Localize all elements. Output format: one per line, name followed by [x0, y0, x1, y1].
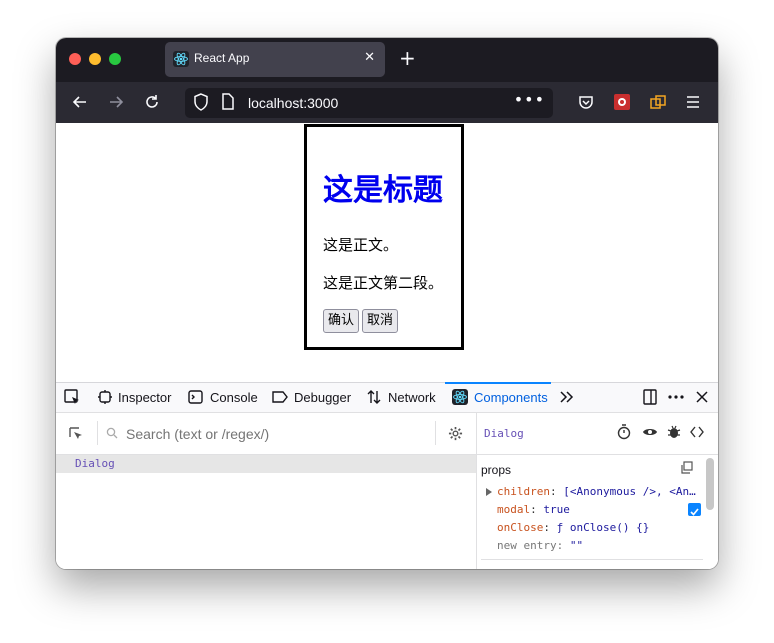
- prop-row-onclose[interactable]: onClose: ƒ onClose() {}: [497, 521, 649, 534]
- prop-key: onClose: [497, 521, 544, 534]
- extension-button[interactable]: [610, 90, 634, 114]
- separator: [435, 421, 436, 445]
- tab-close-icon[interactable]: ✕: [364, 50, 375, 65]
- pocket-icon: [579, 96, 593, 109]
- containers-icon: [650, 95, 666, 109]
- props-scrollbar[interactable]: [706, 458, 714, 510]
- prop-row-modal[interactable]: modal: true: [497, 503, 570, 516]
- component-search-input[interactable]: [124, 425, 428, 443]
- extension-icon: [614, 94, 630, 110]
- minimize-window-button[interactable]: [89, 53, 101, 65]
- url-bar[interactable]: localhost:3000 •••: [185, 88, 553, 118]
- selected-component-name: Dialog: [484, 427, 524, 440]
- separator: [97, 421, 98, 445]
- divider: [481, 559, 703, 560]
- dialog-heading: 这是标题: [323, 173, 443, 208]
- shield-icon[interactable]: [193, 93, 209, 111]
- react-icon: [173, 51, 189, 67]
- tree-row-dialog[interactable]: Dialog: [56, 455, 476, 473]
- inspector-icon: [98, 390, 112, 404]
- copy-icon[interactable]: [680, 461, 693, 474]
- prop-value: [<Anonymous />, <An…: [563, 485, 696, 498]
- hamburger-menu-icon: [687, 96, 699, 108]
- tab-react-app[interactable]: React App ✕: [165, 42, 385, 77]
- new-entry-label: new entry:: [497, 539, 564, 552]
- tab-strip: React App ✕ +: [56, 38, 718, 82]
- component-tree-pane: Dialog: [56, 413, 477, 569]
- confirm-button[interactable]: 确认: [323, 309, 360, 333]
- tab-components[interactable]: Components: [474, 390, 548, 405]
- new-entry-value[interactable]: "": [570, 539, 583, 552]
- devtools-toolbar: Inspector Console Debugger Network Compo…: [56, 382, 718, 413]
- tab-network[interactable]: Network: [388, 390, 436, 405]
- dialog: 这是标题 这是正文。 这是正文第二段。 确认 取消: [304, 124, 464, 350]
- tab-inspector[interactable]: Inspector: [118, 390, 171, 405]
- page-icon[interactable]: [221, 93, 235, 111]
- page-viewport: 这是标题 这是正文。 这是正文第二段。 确认 取消: [56, 123, 718, 382]
- props-section-title: props: [481, 463, 512, 477]
- view-source-icon[interactable]: [690, 426, 704, 438]
- bug-icon[interactable]: [667, 424, 681, 440]
- expand-triangle-icon[interactable]: [486, 488, 492, 496]
- prop-value[interactable]: true: [543, 503, 570, 516]
- prop-key: children: [497, 485, 550, 498]
- back-arrow-icon: [72, 96, 86, 108]
- tab-debugger[interactable]: Debugger: [294, 390, 351, 405]
- dock-side-icon[interactable]: [643, 389, 657, 405]
- stopwatch-icon[interactable]: [617, 424, 631, 440]
- maximize-window-button[interactable]: [109, 53, 121, 65]
- more-options-icon[interactable]: [668, 395, 684, 399]
- settings-gear-icon[interactable]: [448, 426, 463, 441]
- select-element-icon[interactable]: [68, 426, 84, 442]
- menu-button[interactable]: [681, 90, 705, 114]
- network-icon: [367, 390, 381, 404]
- containers-button[interactable]: [646, 90, 670, 114]
- pocket-button[interactable]: [574, 90, 598, 114]
- nav-bar: localhost:3000 •••: [56, 82, 718, 123]
- reload-button[interactable]: [140, 90, 164, 114]
- props-pane: Dialog props children: [<Anonymous />, <…: [477, 413, 718, 569]
- dialog-paragraph-2: 这是正文第二段。: [323, 274, 444, 292]
- console-icon: [188, 390, 203, 404]
- tab-console[interactable]: Console: [210, 390, 258, 405]
- eye-icon[interactable]: [642, 426, 658, 438]
- search-row: [56, 413, 476, 455]
- close-window-button[interactable]: [69, 53, 81, 65]
- modal-checkbox[interactable]: [688, 503, 701, 516]
- selected-component-header: Dialog: [477, 413, 718, 455]
- react-components-icon: [452, 389, 468, 405]
- new-entry-row[interactable]: new entry: "": [497, 539, 583, 552]
- prop-row-children[interactable]: children: [<Anonymous />, <An…: [486, 485, 696, 498]
- cancel-button[interactable]: 取消: [362, 309, 399, 333]
- reload-icon: [146, 95, 158, 108]
- active-tab-indicator: [445, 382, 551, 384]
- search-icon: [106, 427, 118, 439]
- back-button[interactable]: [68, 90, 92, 114]
- tree-node-label[interactable]: Dialog: [75, 457, 115, 470]
- tab-title: React App: [194, 51, 250, 65]
- devtools-panel: Inspector Console Debugger Network Compo…: [56, 382, 718, 569]
- chevrons-right-icon[interactable]: [560, 391, 574, 403]
- browser-window: React App ✕ + localhost:3000 ••• 这是标题 这是…: [56, 38, 718, 569]
- url-text[interactable]: localhost:3000: [248, 95, 338, 111]
- prop-value: ƒ onClose() {}: [556, 521, 650, 534]
- debugger-icon: [272, 391, 288, 403]
- close-devtools-icon[interactable]: [696, 391, 708, 403]
- new-tab-button[interactable]: +: [399, 47, 416, 69]
- page-actions-icon[interactable]: •••: [514, 90, 545, 109]
- forward-arrow-icon: [110, 96, 124, 108]
- dialog-paragraph-1: 这是正文。: [323, 236, 399, 254]
- forward-button[interactable]: [104, 90, 128, 114]
- element-picker-icon[interactable]: [64, 389, 81, 406]
- prop-key: modal: [497, 503, 531, 516]
- checkmark-icon: [690, 508, 699, 516]
